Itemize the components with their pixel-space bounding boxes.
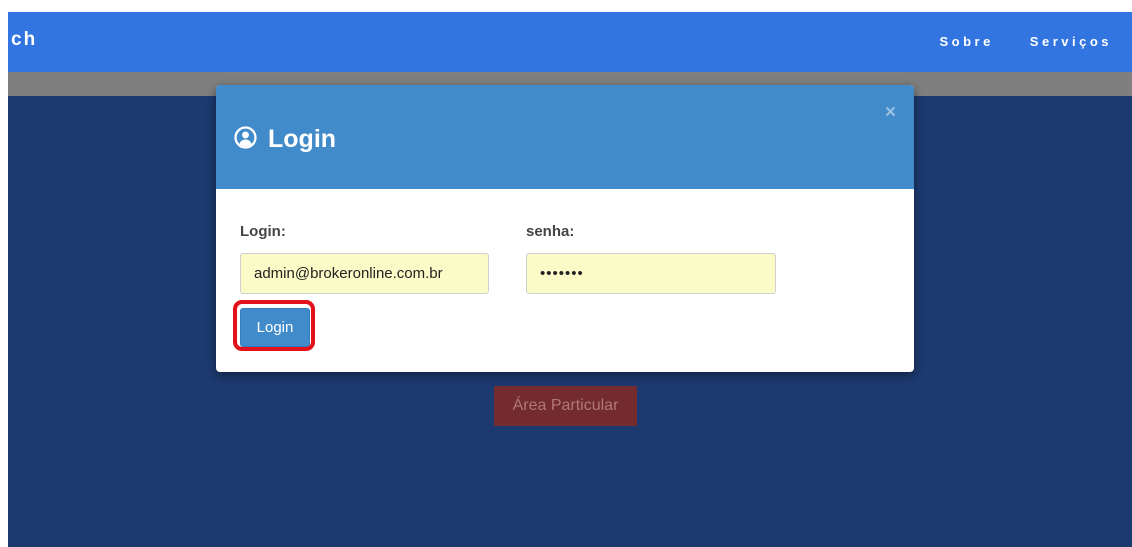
login-submit-button[interactable]: Login bbox=[240, 308, 310, 347]
nav-links: Sobre Serviços bbox=[939, 34, 1112, 49]
modal-title: Login bbox=[234, 125, 336, 154]
password-field-label: senha: bbox=[526, 223, 575, 240]
close-icon[interactable]: × bbox=[885, 103, 896, 122]
modal-header: Login × bbox=[216, 85, 914, 189]
login-email-input[interactable] bbox=[240, 253, 489, 294]
nav-link-sobre[interactable]: Sobre bbox=[939, 34, 993, 49]
user-circle-icon bbox=[234, 125, 257, 154]
login-field-label: Login: bbox=[240, 223, 286, 240]
area-particular-button[interactable]: Área Particular bbox=[494, 386, 637, 426]
top-navbar: ch Sobre Serviços bbox=[8, 12, 1132, 72]
nav-link-servicos[interactable]: Serviços bbox=[1030, 34, 1112, 49]
password-input[interactable] bbox=[526, 253, 776, 294]
login-modal: Login × Login: senha: Login bbox=[216, 85, 914, 372]
brand-logo-text[interactable]: ch bbox=[11, 29, 37, 51]
modal-title-text: Login bbox=[268, 125, 337, 153]
